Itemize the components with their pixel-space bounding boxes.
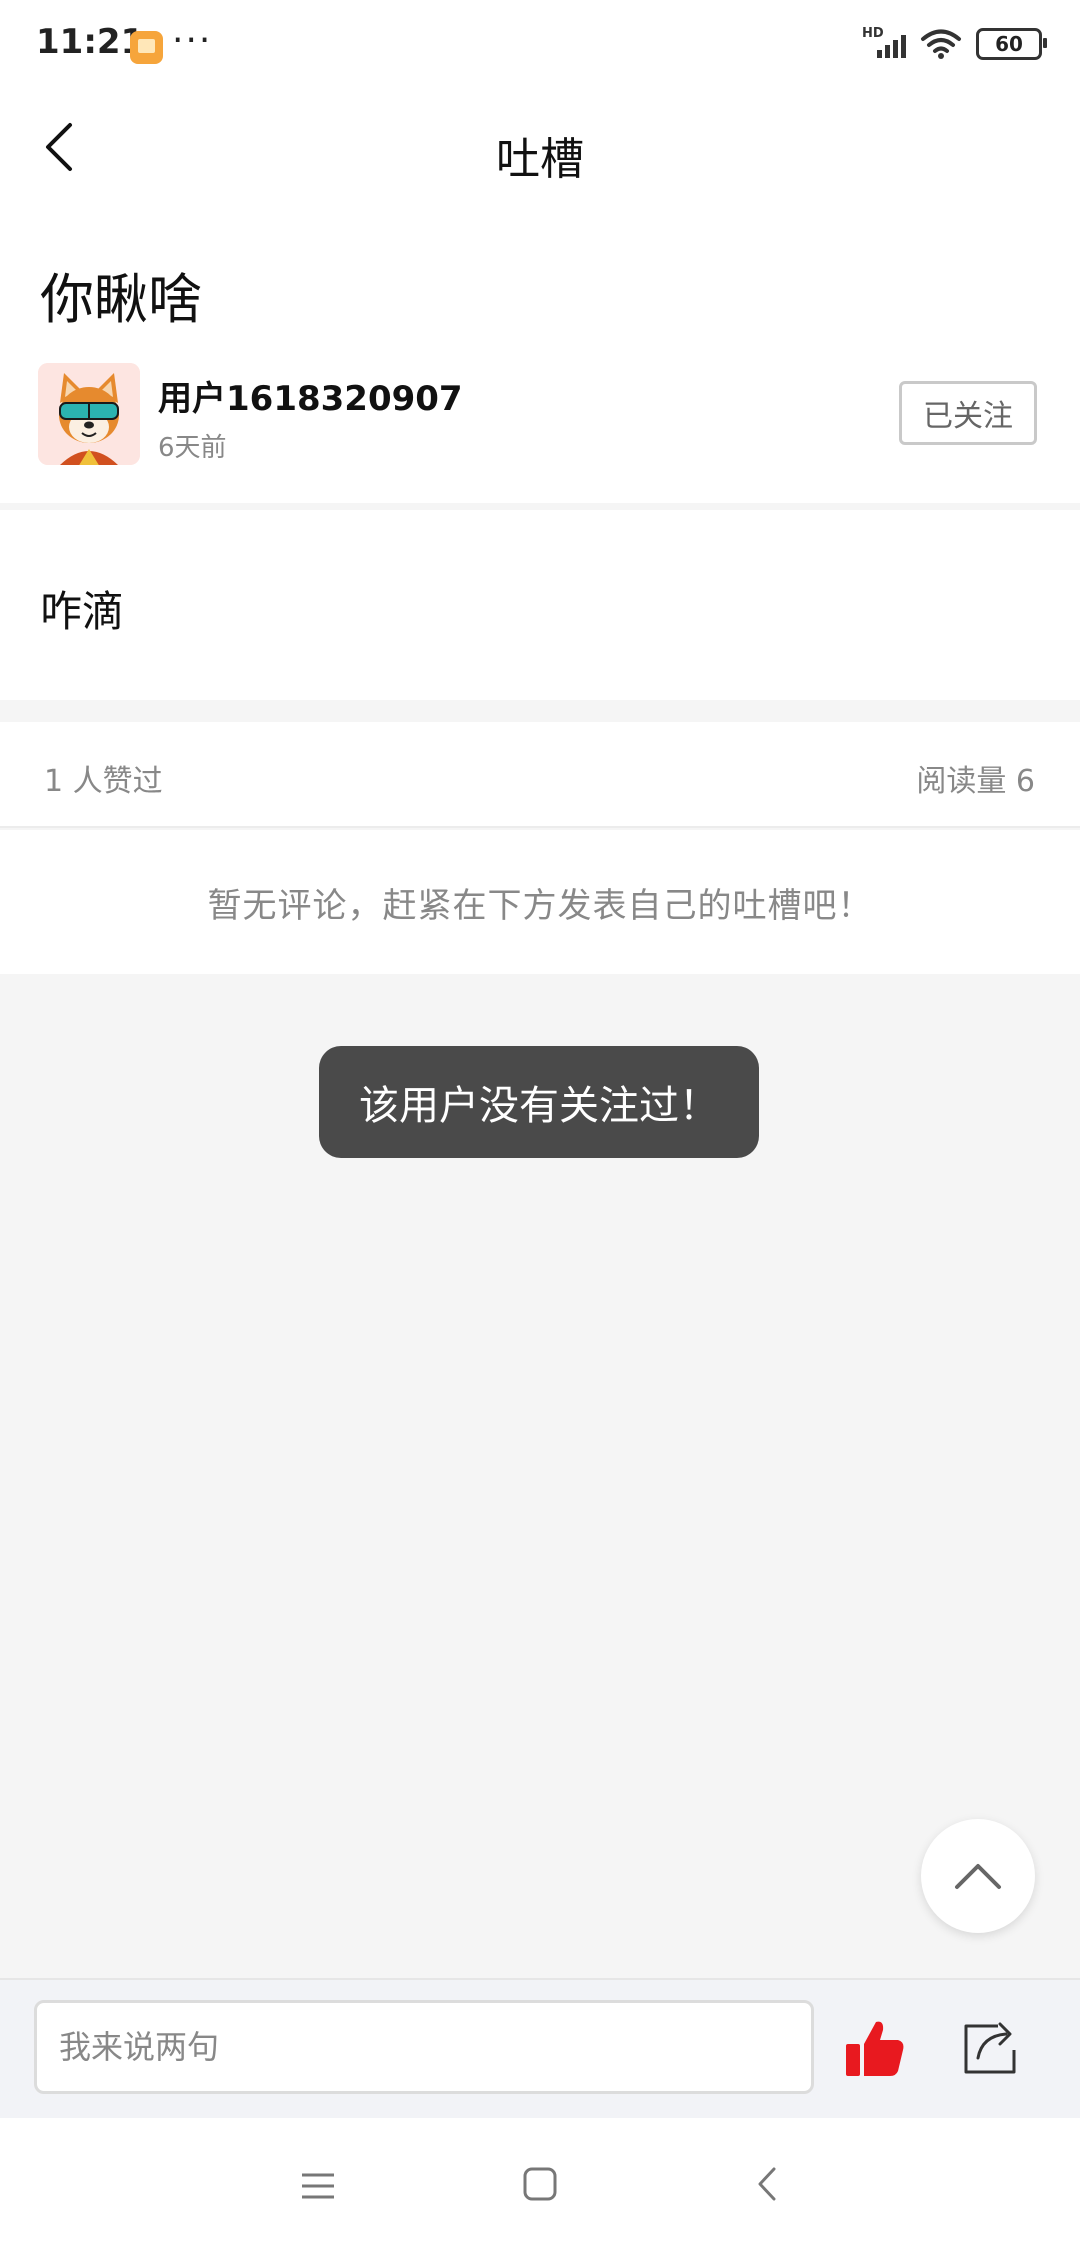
signal-icon: HD xyxy=(862,26,906,62)
back-icon[interactable] xyxy=(750,2166,786,2202)
stats-row: 1 人赞过 阅读量 6 xyxy=(0,722,1080,828)
status-indicators: HD 60 xyxy=(862,26,1047,62)
likes-count[interactable]: 1 人赞过 xyxy=(44,756,163,800)
author-name[interactable]: 用户1618320907 xyxy=(158,371,463,420)
battery-icon: 60 xyxy=(976,28,1047,60)
top-nav: 吐槽 xyxy=(0,95,1080,205)
battery-level: 60 xyxy=(995,32,1023,56)
follow-button[interactable]: 已关注 xyxy=(899,381,1037,445)
bottom-action-bar xyxy=(0,1978,1080,2118)
orange-app-icon xyxy=(130,31,163,64)
post-header: 你瞅啥 用户1618320907 6天前 已关注 xyxy=(0,205,1080,503)
thumbs-up-icon[interactable] xyxy=(842,2016,908,2082)
page-title: 吐槽 xyxy=(496,134,584,185)
post-body-text: 咋滴 xyxy=(40,587,125,636)
post-content: 咋滴 xyxy=(0,510,1080,700)
read-count: 阅读量 6 xyxy=(916,764,1035,799)
home-icon[interactable] xyxy=(522,2166,558,2202)
status-bar: 11:21 ··· HD 60 xyxy=(0,0,1080,95)
wifi-icon xyxy=(921,29,961,59)
empty-comments-message: 暂无评论，赶紧在下方发表自己的吐槽吧！ xyxy=(207,886,873,926)
chevron-up-icon xyxy=(955,1864,1001,1889)
comment-input[interactable] xyxy=(34,2000,814,2094)
avatar[interactable] xyxy=(38,363,140,465)
comments-section: 暂无评论，赶紧在下方发表自己的吐槽吧！ xyxy=(0,830,1080,974)
scroll-to-top-button[interactable] xyxy=(921,1819,1035,1933)
status-more-dots: ··· xyxy=(172,20,213,61)
toast-message: 该用户没有关注过！ xyxy=(319,1046,759,1158)
toast-text: 该用户没有关注过！ xyxy=(359,1083,719,1129)
menu-icon[interactable] xyxy=(298,2166,338,2206)
status-time: 11:21 xyxy=(36,22,145,62)
share-icon[interactable] xyxy=(958,2014,1024,2080)
post-time: 6天前 xyxy=(158,433,227,463)
system-nav-bar xyxy=(0,2118,1080,2248)
shiba-dog-avatar xyxy=(38,363,140,465)
post-title: 你瞅啥 xyxy=(40,268,202,331)
